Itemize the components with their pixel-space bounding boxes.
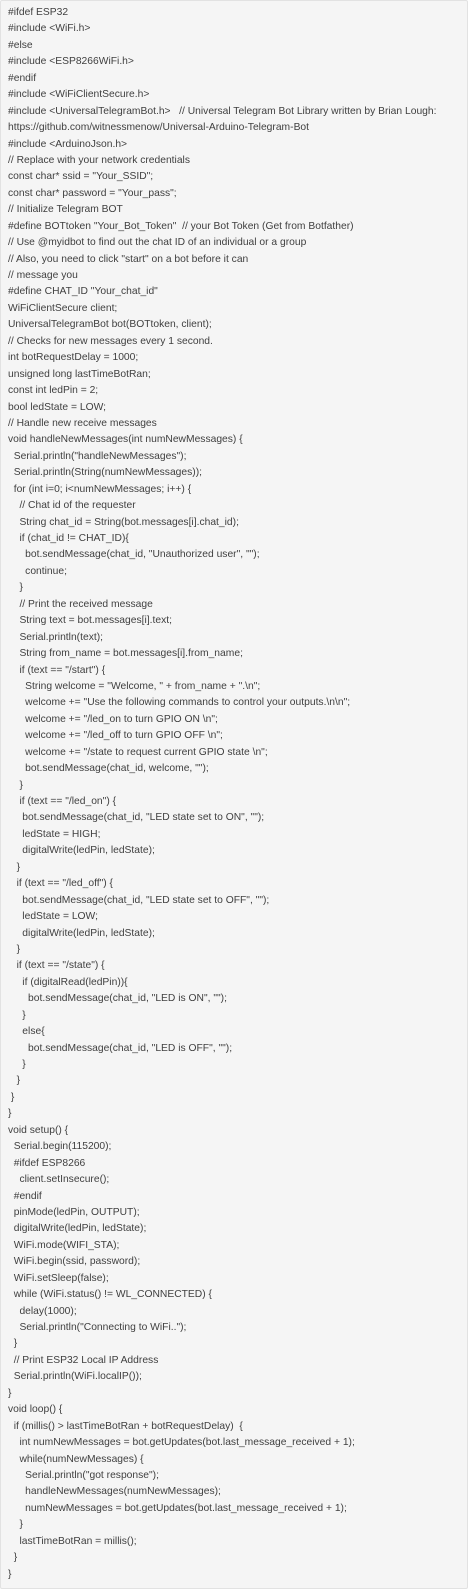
code-line: for (int i=0; i<numNewMessages; i++) { bbox=[8, 483, 192, 495]
code-line: while (WiFi.status() != WL_CONNECTED) { bbox=[8, 1289, 212, 1301]
code-line: #ifdef ESP32 bbox=[8, 7, 69, 18]
code-line: UniversalTelegramBot bot(BOTtoken, clien… bbox=[8, 319, 212, 331]
code-line: String chat_id = String(bot.messages[i].… bbox=[8, 516, 239, 528]
code-line: digitalWrite(ledPin, ledState); bbox=[8, 927, 155, 939]
code-line: ledState = HIGH; bbox=[8, 828, 101, 840]
code-line: ledState = LOW; bbox=[8, 911, 98, 923]
code-line: if (text == "/state") { bbox=[8, 960, 105, 972]
code-line: digitalWrite(ledPin, ledState); bbox=[8, 1223, 147, 1235]
code-line: Serial.println("got response"); bbox=[8, 1469, 159, 1481]
code-line: welcome += "Use the following commands t… bbox=[8, 697, 351, 709]
code-line: } bbox=[8, 1108, 12, 1120]
code-line: int numNewMessages = bot.getUpdates(bot.… bbox=[8, 1437, 355, 1449]
code-line: #include <ArduinoJson.h> bbox=[8, 138, 128, 150]
code-line: // Chat id of the requester bbox=[8, 500, 136, 512]
code-line: if (text == "/led_on") { bbox=[8, 796, 117, 807]
code-line: handleNewMessages(numNewMessages); bbox=[8, 1486, 221, 1498]
code-line: #define CHAT_ID "Your_chat_id" bbox=[8, 286, 158, 298]
code-line: String from_name = bot.messages[i].from_… bbox=[8, 648, 243, 660]
code-line: #endif bbox=[8, 72, 37, 84]
code-line: } bbox=[8, 1091, 15, 1103]
code-line: // Initialize Telegram BOT bbox=[8, 204, 123, 216]
code-line: WiFi.begin(ssid, password); bbox=[8, 1256, 141, 1268]
code-line: bool ledState = LOW; bbox=[8, 401, 106, 413]
code-line: const char* password = "Your_pass"; bbox=[8, 187, 177, 199]
code-line: pinMode(ledPin, OUTPUT); bbox=[8, 1206, 140, 1218]
code-line: numNewMessages = bot.getUpdates(bot.last… bbox=[8, 1502, 347, 1514]
code-lines: #ifdef ESP32 #include <WiFi.h> #else #inclu… bbox=[8, 5, 467, 1583]
code-line: } bbox=[8, 582, 23, 594]
code-line: } bbox=[8, 861, 21, 873]
code-line: if (millis() > lastTimeBotRan + botReque… bbox=[8, 1420, 243, 1432]
code-line: Serial.println("Connecting to WiFi.."); bbox=[8, 1322, 187, 1333]
code-line: void loop() { bbox=[8, 1404, 63, 1416]
code-line: if (chat_id != CHAT_ID){ bbox=[8, 533, 129, 544]
code-block: #ifdef ESP32 #include <WiFi.h> #else #inclu… bbox=[0, 0, 468, 1589]
code-line: WiFi.setSleep(false); bbox=[8, 1272, 109, 1284]
code-line: bot.sendMessage(chat_id, "LED is OFF", "… bbox=[8, 1042, 233, 1054]
code-line: https://github.com/witnessmenow/Universa… bbox=[8, 122, 310, 134]
code-line: } bbox=[8, 1338, 18, 1350]
code-line: Serial.begin(115200); bbox=[8, 1141, 112, 1153]
code-line: } bbox=[8, 1009, 26, 1021]
code-line: // Print the received message bbox=[8, 598, 153, 610]
code-line: unsigned long lastTimeBotRan; bbox=[8, 368, 151, 380]
code-line: } bbox=[8, 779, 23, 791]
code-line: bot.sendMessage(chat_id, "LED state set … bbox=[8, 894, 270, 906]
code-line: #else bbox=[8, 39, 33, 51]
code-line: const char* ssid = "Your_SSID"; bbox=[8, 171, 154, 183]
code-line: } bbox=[8, 1059, 26, 1070]
code-line: String text = bot.messages[i].text; bbox=[8, 615, 172, 627]
code-line: // Replace with your network credentials bbox=[8, 154, 190, 166]
code-line: #endif bbox=[8, 1190, 42, 1202]
code-line: #define BOTtoken "Your_Bot_Token" // you… bbox=[8, 220, 354, 232]
code-line: String welcome = "Welcome, " + from_name… bbox=[8, 680, 261, 692]
code-line: // Also, you need to click "start" on a … bbox=[8, 253, 249, 265]
code-line: #include <WiFiClientSecure.h> bbox=[8, 89, 150, 101]
code-line: else{ bbox=[8, 1026, 45, 1038]
code-line: WiFiClientSecure client; bbox=[8, 302, 118, 314]
code-line: bot.sendMessage(chat_id, "LED state set … bbox=[8, 812, 265, 824]
code-line: int botRequestDelay = 1000; bbox=[8, 352, 139, 364]
code-line: bot.sendMessage(chat_id, "LED is ON", ""… bbox=[8, 993, 227, 1005]
code-line: } bbox=[8, 1519, 23, 1531]
code-line: // Handle new receive messages bbox=[8, 417, 157, 429]
code-line: while(numNewMessages) { bbox=[8, 1453, 144, 1465]
code-line: Serial.println(String(numNewMessages)); bbox=[8, 467, 202, 479]
code-line: if (text == "/start") { bbox=[8, 664, 106, 676]
code-line: bot.sendMessage(chat_id, welcome, ""); bbox=[8, 763, 209, 775]
code-line: Serial.println(text); bbox=[8, 631, 103, 643]
code-line: lastTimeBotRan = millis(); bbox=[8, 1535, 137, 1547]
code-line: delay(1000); bbox=[8, 1305, 77, 1317]
code-line: Serial.println("handleNewMessages"); bbox=[8, 450, 187, 462]
code-line: digitalWrite(ledPin, ledState); bbox=[8, 845, 155, 857]
code-line: welcome += "/state to request current GP… bbox=[8, 746, 268, 758]
code-line: // message you bbox=[8, 270, 78, 281]
code-line: client.setInsecure(); bbox=[8, 1174, 110, 1186]
code-line: #include <UniversalTelegramBot.h> // Uni… bbox=[8, 105, 437, 117]
code-line: WiFi.mode(WIFI_STA); bbox=[8, 1239, 120, 1251]
code-line: welcome += "/led_on to turn GPIO ON \n"; bbox=[8, 713, 218, 725]
code-line: Serial.println(WiFi.localIP()); bbox=[8, 1371, 142, 1383]
code-line: } bbox=[8, 1552, 18, 1564]
code-line: // Print ESP32 Local IP Address bbox=[8, 1354, 159, 1366]
code-line: } bbox=[8, 943, 21, 955]
code-line: } bbox=[8, 1568, 12, 1580]
code-line: #include <ESP8266WiFi.h> bbox=[8, 56, 134, 68]
code-line: } bbox=[8, 1075, 21, 1087]
code-line: void handleNewMessages(int numNewMessage… bbox=[8, 434, 243, 446]
code-line: #ifdef ESP8266 bbox=[8, 1157, 86, 1169]
code-line: #include <WiFi.h> bbox=[8, 23, 91, 35]
code-line: } bbox=[8, 1387, 12, 1399]
code-line: welcome += "/led_off to turn GPIO OFF \n… bbox=[8, 730, 223, 742]
code-line: // Use @myidbot to find out the chat ID … bbox=[8, 237, 307, 249]
code-line: void setup() { bbox=[8, 1124, 69, 1136]
code-line: const int ledPin = 2; bbox=[8, 385, 99, 397]
code-line: if (text == "/led_off") { bbox=[8, 878, 113, 890]
code-line: // Checks for new messages every 1 secon… bbox=[8, 335, 213, 347]
code-line: if (digitalRead(ledPin)){ bbox=[8, 976, 128, 988]
code-line: bot.sendMessage(chat_id, "Unauthorized u… bbox=[8, 549, 260, 561]
code-line: continue; bbox=[8, 565, 67, 577]
